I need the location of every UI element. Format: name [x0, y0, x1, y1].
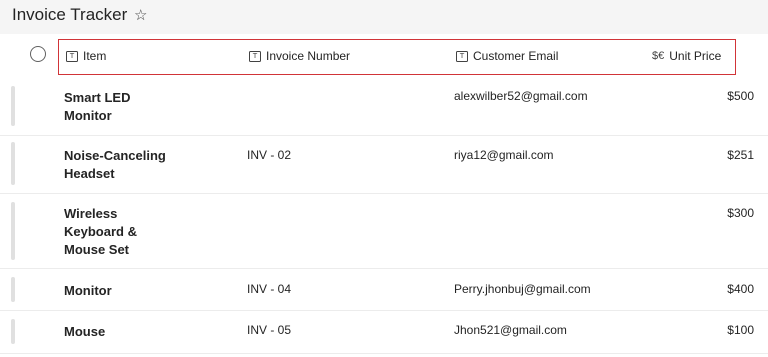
- email-cell: riya12@gmail.com: [454, 148, 554, 162]
- item-cell: Smart LED Monitor: [64, 90, 131, 123]
- table-row[interactable]: Smart LED Monitor alexwilber52@gmail.com…: [0, 78, 768, 136]
- price-cell: $100: [727, 323, 754, 337]
- invoice-number-cell: INV - 05: [247, 323, 292, 337]
- row-handle[interactable]: [11, 319, 15, 344]
- email-cell: alexwilber52@gmail.com: [454, 89, 588, 103]
- email-cell: Perry.jhonbuj@gmail.com: [454, 282, 591, 296]
- star-icon[interactable]: ☆: [134, 6, 147, 24]
- highlight-box: [58, 39, 736, 75]
- table-row[interactable]: Mouse INV - 05 Jhon521@gmail.com $100: [0, 311, 768, 354]
- price-cell: $300: [727, 206, 754, 220]
- invoice-number-cell: INV - 04: [247, 282, 292, 296]
- row-handle[interactable]: [11, 277, 15, 302]
- invoice-number-cell: INV - 02: [247, 148, 292, 162]
- price-cell: $500: [727, 89, 754, 103]
- item-cell: Wireless Keyboard & Mouse Set: [64, 206, 137, 257]
- item-cell: Mouse: [64, 324, 106, 339]
- title-bar: Invoice Tracker ☆: [0, 0, 768, 34]
- table-row[interactable]: Noise-Canceling Headset INV - 02 riya12@…: [0, 136, 768, 194]
- select-all-checkbox[interactable]: [30, 46, 46, 62]
- row-handle[interactable]: [11, 86, 15, 126]
- list-title: Invoice Tracker: [12, 5, 128, 24]
- item-cell: Monitor: [64, 283, 112, 298]
- table-row[interactable]: Wireless Keyboard & Mouse Set $300: [0, 194, 768, 269]
- row-handle[interactable]: [11, 142, 15, 185]
- row-handle[interactable]: [11, 202, 15, 260]
- item-cell: Noise-Canceling Headset: [64, 148, 166, 181]
- email-cell: Jhon521@gmail.com: [454, 323, 567, 337]
- table-row[interactable]: Monitor INV - 04 Perry.jhonbuj@gmail.com…: [0, 269, 768, 311]
- price-cell: $251: [727, 148, 754, 162]
- price-cell: $400: [727, 282, 754, 296]
